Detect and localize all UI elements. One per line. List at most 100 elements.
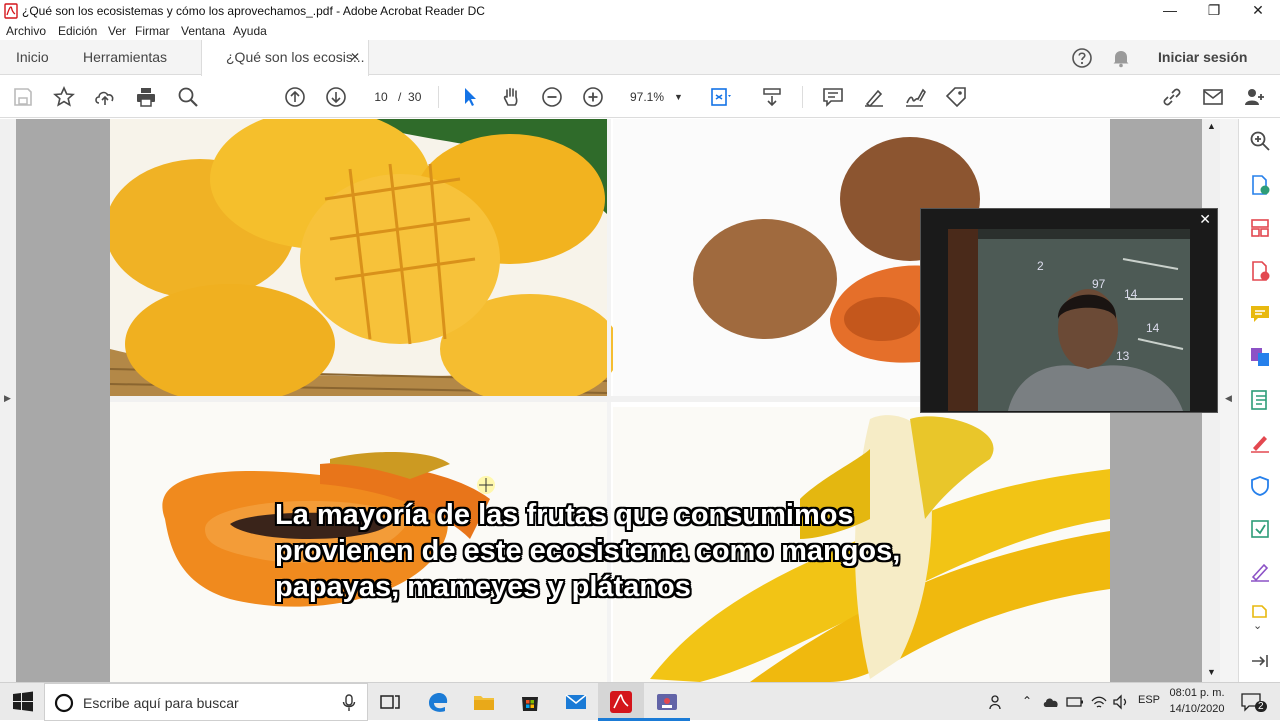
restore-button[interactable]: ❐ <box>1192 0 1236 22</box>
teams-icon <box>657 694 677 710</box>
people-icon[interactable] <box>988 693 1006 711</box>
email-icon[interactable] <box>1201 85 1225 109</box>
zoom-level-value: 97.1% <box>630 90 665 104</box>
windows-taskbar: Escribe aquí para buscar ⌃ ESP 08:01 p. … <box>0 682 1280 721</box>
clock-time: 08:01 p. m. <box>1169 687 1225 699</box>
collapse-panel-icon[interactable] <box>1248 649 1272 673</box>
highlight-pen-icon[interactable] <box>862 85 886 109</box>
hand-tool-icon[interactable] <box>499 85 523 109</box>
chalk-text: 2 <box>1037 259 1044 273</box>
scroll-down-icon[interactable]: ▼ <box>1207 667 1216 677</box>
page-number-input[interactable]: 10 <box>366 86 396 108</box>
notification-count-badge: 2 <box>1255 701 1267 712</box>
mail-icon[interactable] <box>564 690 588 714</box>
collapse-right-icon[interactable]: ◀ <box>1225 393 1232 404</box>
zoom-out-icon[interactable] <box>540 85 564 109</box>
menu-edicion[interactable]: Edición <box>58 24 97 38</box>
protect-shield-icon[interactable] <box>1248 474 1272 498</box>
webcam-frame: 2 97 14 14 13 <box>948 229 1190 411</box>
menu-archivo[interactable]: Archivo <box>6 24 46 38</box>
minimize-button[interactable]: — <box>1148 0 1192 22</box>
help-icon[interactable] <box>1071 47 1093 69</box>
main-toolbar: 10 / 30 97.1% ▼ <box>0 76 1280 118</box>
send-for-review-icon[interactable] <box>1248 517 1272 541</box>
comment-tool-icon[interactable] <box>1248 302 1272 326</box>
zoom-in-icon[interactable] <box>581 85 605 109</box>
title-bar: ¿Qué son los ecosistemas y cómo los apro… <box>0 0 1280 22</box>
menu-ver[interactable]: Ver <box>108 24 126 38</box>
create-pdf-icon[interactable] <box>1248 259 1272 283</box>
zoom-level-select[interactable]: 97.1% ▼ <box>624 86 688 108</box>
edit-pdf-icon[interactable] <box>1248 388 1272 412</box>
upload-cloud-icon[interactable] <box>93 85 117 109</box>
toolbar-divider <box>802 86 803 108</box>
taskbar-acrobat-active[interactable] <box>598 683 644 721</box>
zoom-tool-icon[interactable] <box>1248 129 1272 153</box>
right-panel-toggle[interactable]: ◀ <box>1220 119 1238 682</box>
notification-bell-icon[interactable] <box>1111 48 1131 68</box>
volume-icon[interactable] <box>1112 693 1130 711</box>
tab-home[interactable]: Inicio <box>16 40 49 75</box>
scrolling-mode-icon[interactable] <box>760 85 784 109</box>
left-panel-toggle[interactable]: ▶ <box>0 119 16 682</box>
tab-document[interactable]: ¿Qué son los ecosis... ✕ <box>201 40 369 76</box>
save-icon[interactable] <box>11 85 35 109</box>
menu-ayuda[interactable]: Ayuda <box>233 24 267 38</box>
windows-start-icon[interactable] <box>11 690 35 714</box>
export-pdf-icon[interactable] <box>1248 173 1272 197</box>
presenter-video-image <box>948 229 1190 411</box>
taskbar-search[interactable]: Escribe aquí para buscar <box>44 683 368 721</box>
chalk-text: 13 <box>1116 349 1130 363</box>
print-icon[interactable] <box>134 85 158 109</box>
fit-page-icon[interactable] <box>708 85 732 109</box>
previous-page-icon[interactable] <box>283 85 307 109</box>
battery-icon[interactable] <box>1066 695 1084 709</box>
bookmark-star-icon[interactable] <box>52 85 76 109</box>
panel-scroll-down-icon[interactable]: ⌄ <box>1253 619 1262 632</box>
tab-document-label: ¿Qué son los ecosis... <box>226 49 365 65</box>
select-cursor-icon[interactable] <box>458 85 482 109</box>
menu-ventana[interactable]: Ventana <box>181 24 225 38</box>
caption-line: provienen de este ecosistema como mangos… <box>275 535 901 567</box>
sign-icon[interactable] <box>903 85 927 109</box>
comment-icon[interactable] <box>821 85 845 109</box>
task-view-icon[interactable] <box>378 690 402 714</box>
close-window-button[interactable]: ✕ <box>1236 0 1280 22</box>
system-clock[interactable]: 08:01 p. m. 14/10/2020 <box>1160 685 1234 717</box>
tab-close-icon[interactable]: ✕ <box>350 40 360 75</box>
store-icon[interactable] <box>518 690 542 714</box>
tab-bar: Inicio Herramientas ¿Qué son los ecosis.… <box>0 40 1280 76</box>
onedrive-cloud-icon[interactable] <box>1042 695 1060 709</box>
share-tag-icon[interactable] <box>944 85 968 109</box>
input-language[interactable]: ESP <box>1138 694 1160 706</box>
next-page-icon[interactable] <box>324 85 348 109</box>
wifi-icon[interactable] <box>1090 693 1108 711</box>
add-user-icon[interactable] <box>1242 85 1266 109</box>
search-placeholder: Escribe aquí para buscar <box>83 695 239 711</box>
show-hidden-icons-icon[interactable]: ⌃ <box>1022 694 1032 708</box>
chalk-text: 97 <box>1092 277 1106 291</box>
link-share-icon[interactable] <box>1160 85 1184 109</box>
video-close-icon[interactable]: ✕ <box>1199 211 1211 228</box>
scroll-up-icon[interactable]: ▲ <box>1207 121 1216 131</box>
chalk-text: 14 <box>1146 321 1160 335</box>
menu-bar: Archivo Edición Ver Firmar Ventana Ayuda <box>0 22 1280 40</box>
right-tools-panel: ⌄ <box>1238 119 1280 682</box>
search-icon[interactable] <box>176 85 200 109</box>
tab-tools[interactable]: Herramientas <box>83 40 167 75</box>
menu-firmar[interactable]: Firmar <box>135 24 170 38</box>
taskbar-teams[interactable] <box>644 683 690 721</box>
edge-browser-icon[interactable] <box>426 690 450 714</box>
subtitle-caption: La mayoría de las frutas que consumimos … <box>275 497 900 605</box>
organize-pages-icon[interactable] <box>1248 216 1272 240</box>
page-separator: / <box>398 90 402 104</box>
webcam-overlay[interactable]: ✕ 2 97 14 14 13 <box>920 208 1218 413</box>
file-explorer-icon[interactable] <box>472 690 496 714</box>
signin-link[interactable]: Iniciar sesión <box>1158 40 1247 75</box>
request-signature-icon[interactable] <box>1248 560 1272 584</box>
combine-files-icon[interactable] <box>1248 345 1272 369</box>
microphone-icon[interactable] <box>341 694 357 712</box>
expand-left-icon[interactable]: ▶ <box>4 393 11 404</box>
page-total: / 30 <box>398 86 421 108</box>
fill-sign-icon[interactable] <box>1248 431 1272 455</box>
